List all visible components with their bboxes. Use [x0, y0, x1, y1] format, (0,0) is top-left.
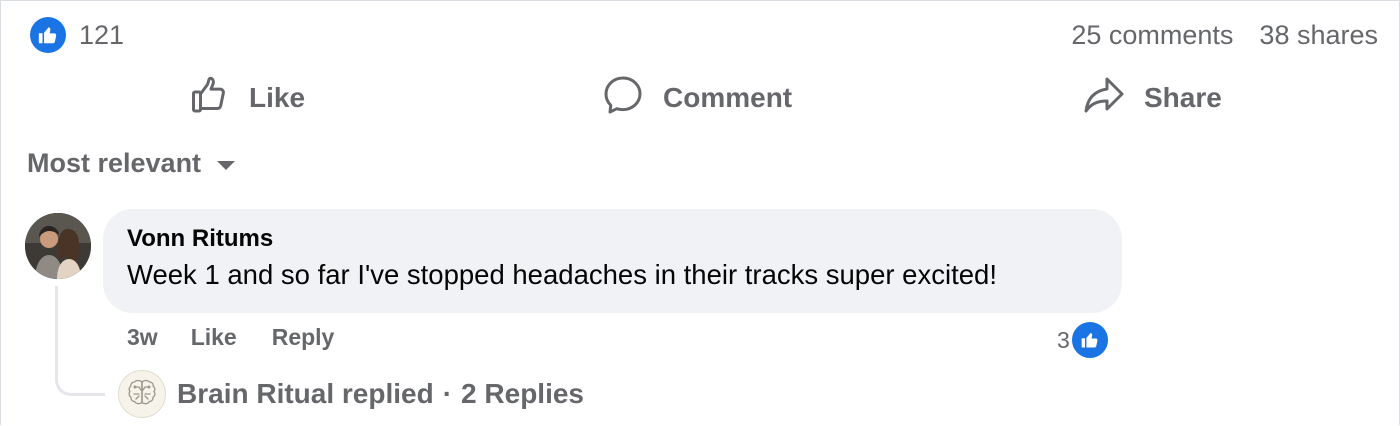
- replies-summary: Brain Ritual replied: [177, 378, 434, 409]
- comment-timestamp[interactable]: 3w: [127, 324, 158, 351]
- like-reaction-icon: [1069, 320, 1110, 360]
- comments-count-link[interactable]: 25 comments: [1071, 20, 1233, 51]
- comment-reaction-number: 3: [1057, 326, 1070, 353]
- sort-label: Most relevant: [27, 148, 202, 178]
- like-button[interactable]: Like: [191, 72, 305, 124]
- comment-meta: 3w Like Reply: [127, 324, 334, 351]
- thumbs-up-outline-icon: [191, 76, 249, 121]
- reply-thread-line: [55, 286, 105, 396]
- share-button-label: Share: [1144, 82, 1222, 113]
- brain-logo-icon: [118, 370, 166, 418]
- view-replies-link[interactable]: Brain Ritual replied · 2 Replies: [118, 370, 584, 418]
- reaction-summary[interactable]: 121: [30, 17, 124, 53]
- shares-count-link[interactable]: 38 shares: [1259, 20, 1378, 51]
- share-button[interactable]: Share: [1084, 72, 1222, 124]
- speech-bubble-icon: [603, 75, 663, 122]
- like-button-label: Like: [249, 82, 306, 113]
- action-bar: Like Comment Share: [0, 72, 1400, 124]
- comment-sort-dropdown[interactable]: Most relevant: [27, 148, 236, 179]
- comment-button[interactable]: Comment: [603, 72, 792, 124]
- engagement-stats: 25 comments 38 shares: [1071, 20, 1378, 51]
- like-reaction-icon: [30, 17, 66, 53]
- comment-button-label: Comment: [663, 82, 793, 113]
- comment-reply-button[interactable]: Reply: [272, 324, 335, 351]
- comment-reaction-count[interactable]: 3: [1057, 320, 1110, 360]
- replies-separator: ·: [442, 378, 453, 409]
- comment-author-name[interactable]: Vonn Ritums: [127, 225, 1122, 253]
- comment-bubble: Vonn Ritums Week 1 and so far I've stopp…: [103, 209, 1122, 313]
- comment-text: Week 1 and so far I've stopped headaches…: [127, 259, 997, 290]
- replies-count: 2 Replies: [461, 378, 584, 409]
- comment-like-button[interactable]: Like: [191, 324, 237, 351]
- caret-down-icon: [217, 161, 236, 170]
- reaction-count: 121: [79, 19, 125, 50]
- commenter-avatar[interactable]: [25, 213, 91, 279]
- share-arrow-icon: [1084, 76, 1144, 121]
